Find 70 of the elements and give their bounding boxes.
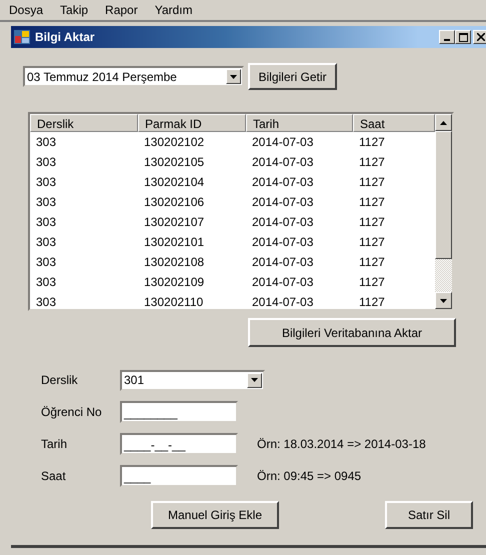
table-cell-text: 2014-07-03: [251, 194, 314, 211]
table-cell-text: 1127: [358, 234, 386, 251]
table-cell-text: 130202104: [143, 174, 206, 191]
table-cell-text: 2014-07-03: [251, 214, 314, 231]
table-cell-text: 1127: [358, 274, 386, 291]
table-cell-text: 130202102: [143, 134, 206, 151]
table-cell-text: 303: [35, 194, 58, 211]
close-button[interactable]: [473, 30, 486, 44]
table-cell-text: 1127: [358, 174, 386, 191]
menu-item[interactable]: Yardım: [154, 2, 193, 18]
table-cell-text: 2014-07-03: [251, 174, 314, 191]
scroll-up-icon[interactable]: [435, 114, 452, 131]
table-cell-text: 2014-07-03: [251, 134, 314, 151]
table-cell-text: 130202109: [143, 274, 206, 291]
table-cell-text: 303: [35, 274, 58, 291]
table-cell-text: 1127: [358, 134, 386, 151]
close-icon: [477, 33, 485, 41]
column-header[interactable]: Saat: [353, 114, 435, 132]
scroll-down-icon[interactable]: [435, 292, 452, 309]
table-cell-text: 303: [35, 254, 58, 271]
table-cell-text: 303: [35, 294, 58, 307]
table-cell-text: 303: [35, 134, 58, 151]
field-label: Tarih: [41, 437, 68, 451]
scrollbar[interactable]: [435, 114, 452, 309]
table-cell-text: 1127: [358, 194, 386, 211]
table-cell-text: 1127: [358, 214, 386, 231]
maximize-button[interactable]: [455, 30, 471, 44]
table-cell-text: 2014-07-03: [251, 234, 314, 251]
table-cell-text: 2014-07-03: [251, 274, 314, 291]
field-label: Derslik: [41, 373, 79, 387]
table-cell-text: 130202107: [143, 214, 206, 231]
column-header[interactable]: Parmak ID: [138, 114, 246, 132]
column-header[interactable]: Derslik: [30, 114, 138, 132]
table-cell-text: 1127: [358, 254, 386, 271]
menu-item[interactable]: Takip: [60, 2, 88, 18]
table-cell-text: 1127: [358, 294, 386, 307]
table-cell-text: 2014-07-03: [251, 154, 314, 171]
menu-item[interactable]: Rapor: [105, 2, 138, 18]
table-cell-text: 130202105: [143, 154, 206, 171]
scroll-thumb[interactable]: [435, 131, 452, 259]
field-label: Öğrenci No: [41, 405, 103, 419]
table-cell-text: 130202101: [143, 234, 206, 251]
input-field[interactable]: ________: [120, 401, 238, 423]
menu-item[interactable]: Dosya: [9, 2, 44, 18]
table-cell-text: 303: [35, 174, 58, 191]
table-cell-text: 2014-07-03: [251, 254, 314, 271]
format-hint: Örn: 09:45 => 0945: [257, 469, 362, 483]
format-hint: Örn: 18.03.2014 => 2014-03-18: [257, 437, 426, 451]
app-icon: [14, 30, 30, 44]
delete-row-button[interactable]: Satır Sil: [385, 501, 473, 529]
classroom-dropdown[interactable]: 301: [120, 370, 265, 390]
window-title: Bilgi Aktar: [35, 30, 96, 44]
field-label: Saat: [41, 469, 67, 483]
input-field[interactable]: ____: [120, 465, 238, 487]
table-cell-text: 130202108: [143, 254, 206, 271]
table-cell-text: 1127: [358, 154, 386, 171]
add-entry-button[interactable]: Manuel Giriş Ekle: [151, 501, 279, 529]
table-cell-text: 130202110: [143, 294, 204, 307]
table-cell-text: 303: [35, 214, 58, 231]
fetch-button[interactable]: Bilgileri Getir: [248, 63, 337, 90]
table-cell-text: 303: [35, 234, 58, 251]
transfer-button[interactable]: Bilgileri Veritabanına Aktar: [248, 318, 456, 347]
table-cell-text: 2014-07-03: [251, 294, 314, 307]
minimize-button[interactable]: [439, 30, 455, 44]
input-field[interactable]: ____-__-__: [120, 433, 238, 455]
table-cell-text: 303: [35, 154, 58, 171]
table-cell-text: 130202106: [143, 194, 206, 211]
column-header[interactable]: Tarih: [246, 114, 353, 132]
maximize-icon: [458, 32, 468, 42]
date-dropdown[interactable]: 03 Temmuz 2014 Perşembe: [23, 66, 244, 87]
